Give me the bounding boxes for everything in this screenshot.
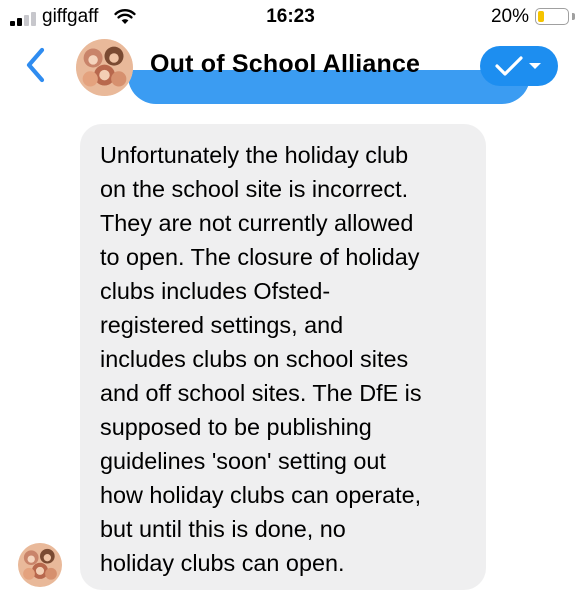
battery-cap (572, 13, 575, 20)
conversation-header: Out of School Alliance (0, 34, 581, 96)
battery-percentage: 20% (490, 6, 529, 27)
message-line: on the school site is incorrect. (100, 176, 409, 202)
message-line: but until this is done, no (100, 516, 346, 542)
message-line: They are not currently allowed (100, 210, 414, 236)
message-line: Unfortunately the holiday club (100, 142, 409, 168)
battery-level-fill (538, 11, 544, 22)
incoming-message-bubble[interactable]: Unfortunately the holiday club on the sc… (80, 124, 486, 590)
message-line: supposed to be publishing (100, 414, 372, 440)
message-line: includes clubs on school sites (100, 346, 409, 372)
message-line: guidelines 'soon' setting out (100, 448, 386, 474)
message-line: clubs includes Ofsted- (100, 278, 331, 304)
message-line: and off school sites. The DfE is (100, 380, 422, 406)
battery-icon (535, 8, 569, 25)
chevron-left-icon[interactable] (22, 46, 52, 84)
conversation-title: Out of School Alliance (150, 50, 421, 78)
message-line: how holiday clubs can operate, (100, 482, 422, 508)
message-line: to open. The closure of holiday (100, 244, 420, 270)
sender-avatar[interactable] (18, 543, 62, 587)
message-line: registered settings, and (100, 312, 344, 338)
contact-avatar[interactable] (76, 39, 133, 96)
message-line: holiday clubs can open. (100, 550, 345, 576)
status-bar: giffgaff 16:23 20% (0, 0, 581, 34)
checkmark-dropdown-icon (495, 56, 541, 76)
done-dropdown-button[interactable] (480, 46, 558, 86)
